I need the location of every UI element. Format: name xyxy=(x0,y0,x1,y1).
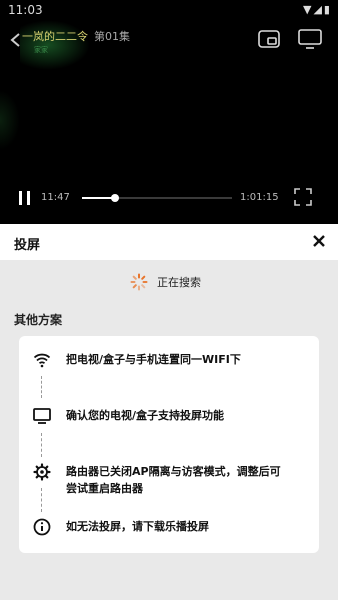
step-line: 把电视/盒子与手机连置同一WIFI下 xyxy=(66,353,241,366)
searching-text: 正在搜索 xyxy=(157,276,201,289)
cast-screen-icon[interactable] xyxy=(298,29,322,49)
gear-icon xyxy=(33,463,51,481)
other-solutions-title: 其他方案 xyxy=(14,313,63,327)
pause-icon[interactable] xyxy=(18,190,32,206)
episode-label: 第01集 xyxy=(94,30,130,43)
current-time: 11:47 xyxy=(41,192,70,203)
loading-spinner-icon xyxy=(130,273,148,291)
video-title-row: 一岚的二二令 第01集 xyxy=(22,28,130,44)
step-text: 把电视/盒子与手机连置同一WIFI下 xyxy=(66,351,286,369)
wifi-icon xyxy=(33,353,51,368)
close-icon[interactable] xyxy=(312,234,326,248)
step-connector xyxy=(41,376,42,398)
monitor-icon xyxy=(33,408,51,424)
cast-panel-title: 投屏 xyxy=(14,238,41,253)
status-icons: ▼◢▮ xyxy=(303,3,332,16)
video-player[interactable]: 11:03 ▼◢▮ 一岚的二二令 第01集 家家 11:47 1:01:15 xyxy=(0,0,338,224)
list-item: 把电视/盒子与手机连置同一WIFI下 xyxy=(33,351,286,369)
picture-in-picture-icon[interactable] xyxy=(258,30,280,48)
step-line: 尝试重启路由器 xyxy=(66,482,143,495)
step-line: 确认您的电视/盒子支持投屏功能 xyxy=(66,409,225,422)
step-line: 如无法投屏，请下载乐播投屏 xyxy=(66,520,209,533)
step-line: 路由器已关闭AP隔离与访客模式，调整后可 xyxy=(66,465,281,478)
step-text: 如无法投屏，请下载乐播投屏 xyxy=(66,518,286,536)
info-icon xyxy=(33,518,51,536)
list-item: 确认您的电视/盒子支持投屏功能 xyxy=(33,407,286,425)
search-status: 正在搜索 xyxy=(130,272,201,292)
step-connector xyxy=(41,433,42,457)
list-item: 路由器已关闭AP隔离与访客模式，调整后可 尝试重启路由器 xyxy=(33,463,286,497)
video-frame-glow xyxy=(0,90,20,150)
progress-knob[interactable] xyxy=(111,194,119,202)
progress-slider[interactable] xyxy=(82,194,232,202)
video-subtitle: 家家 xyxy=(34,46,48,54)
step-text: 路由器已关闭AP隔离与访客模式，调整后可 尝试重启路由器 xyxy=(66,463,286,497)
status-time: 11:03 xyxy=(8,3,43,17)
step-text: 确认您的电视/盒子支持投屏功能 xyxy=(66,407,286,425)
cast-panel-header: 投屏 xyxy=(0,224,338,260)
fullscreen-icon[interactable] xyxy=(294,188,312,206)
video-title: 一岚的二二令 xyxy=(22,30,88,43)
list-item[interactable]: 如无法投屏，请下载乐播投屏 xyxy=(33,518,286,536)
troubleshooting-card: 把电视/盒子与手机连置同一WIFI下 确认您的电视/盒子支持投屏功能 路由器已关… xyxy=(19,336,319,553)
duration-time: 1:01:15 xyxy=(240,192,279,203)
